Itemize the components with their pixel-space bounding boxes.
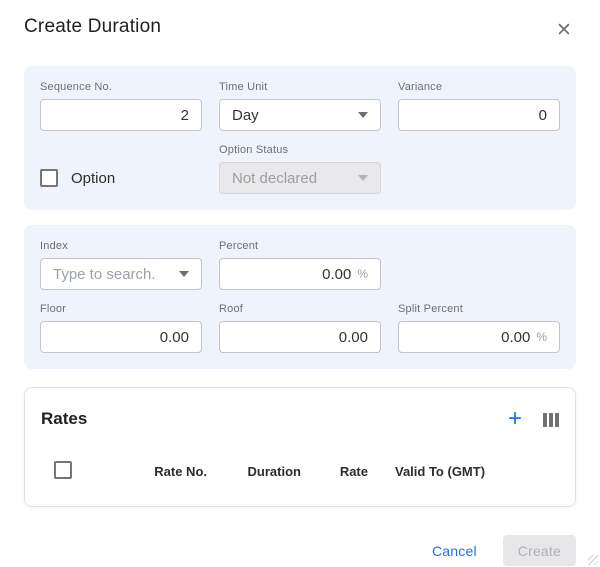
column-bar xyxy=(543,413,547,427)
percent-field: Percent % xyxy=(219,240,381,290)
split-percent-suffix: % xyxy=(536,330,547,344)
column-header-rate: Rate xyxy=(301,464,368,479)
floor-label: Floor xyxy=(40,303,202,315)
rates-title: Rates xyxy=(41,409,87,429)
rates-actions: + xyxy=(508,407,559,431)
column-header-rate-no: Rate No. xyxy=(89,464,207,479)
dialog-header: Create Duration ✕ xyxy=(0,0,600,42)
create-button[interactable]: Create xyxy=(503,535,576,566)
general-section: Sequence No. Time Unit Day Variance Opti… xyxy=(24,66,576,210)
option-label: Option xyxy=(71,170,115,187)
spacer xyxy=(398,240,560,290)
split-percent-input[interactable] xyxy=(411,329,530,346)
variance-field: Variance xyxy=(398,81,560,131)
index-combobox[interactable] xyxy=(40,258,202,290)
add-rate-icon[interactable]: + xyxy=(508,407,522,431)
percent-suffix: % xyxy=(357,267,368,281)
sequence-no-input[interactable] xyxy=(53,107,189,124)
column-header-valid-to: Valid To (GMT) xyxy=(395,464,485,479)
option-status-field: Option Status Not declared xyxy=(219,144,381,194)
rates-table-header: Rate No. Duration Rate Valid To (GMT) xyxy=(25,439,575,506)
split-percent-label: Split Percent xyxy=(398,303,560,315)
spacer xyxy=(398,144,560,194)
roof-field: Roof xyxy=(219,303,381,353)
index-field: Index xyxy=(40,240,202,290)
roof-inputbox xyxy=(219,321,381,353)
rates-header: Rates + xyxy=(25,388,575,439)
index-label: Index xyxy=(40,240,202,252)
percent-input[interactable] xyxy=(232,266,351,283)
index-search-input[interactable] xyxy=(53,266,171,283)
sequence-no-label: Sequence No. xyxy=(40,81,202,93)
roof-input[interactable] xyxy=(232,329,368,346)
index-section: Index Percent % Floor Roof Split Percent… xyxy=(24,225,576,369)
select-all-cell xyxy=(41,461,89,482)
floor-input[interactable] xyxy=(53,329,189,346)
column-header-duration: Duration xyxy=(207,464,301,479)
sequence-no-inputbox xyxy=(40,99,202,131)
select-all-checkbox[interactable] xyxy=(54,461,72,479)
chevron-down-icon xyxy=(358,112,368,118)
time-unit-select[interactable]: Day xyxy=(219,99,381,131)
close-icon[interactable]: ✕ xyxy=(552,18,576,42)
dialog-footer: Cancel Create xyxy=(24,535,576,566)
columns-icon[interactable] xyxy=(543,411,559,427)
option-status-value: Not declared xyxy=(232,170,317,187)
variance-label: Variance xyxy=(398,81,560,93)
dialog-title: Create Duration xyxy=(24,16,161,38)
time-unit-field: Time Unit Day xyxy=(219,81,381,131)
sequence-no-field: Sequence No. xyxy=(40,81,202,131)
option-field: Option xyxy=(40,169,202,187)
chevron-down-icon xyxy=(358,175,368,181)
split-percent-field: Split Percent % xyxy=(398,303,560,353)
percent-label: Percent xyxy=(219,240,381,252)
time-unit-value: Day xyxy=(232,107,259,124)
resize-handle[interactable] xyxy=(588,555,598,565)
option-status-label: Option Status xyxy=(219,144,381,156)
column-bar xyxy=(555,413,559,427)
roof-label: Roof xyxy=(219,303,381,315)
cancel-button[interactable]: Cancel xyxy=(432,543,477,559)
rates-card: Rates + Rate No. Duration Rate Valid To … xyxy=(24,387,576,507)
variance-input[interactable] xyxy=(411,107,547,124)
floor-inputbox xyxy=(40,321,202,353)
time-unit-label: Time Unit xyxy=(219,81,381,93)
chevron-down-icon xyxy=(179,271,189,277)
split-percent-inputbox: % xyxy=(398,321,560,353)
variance-inputbox xyxy=(398,99,560,131)
floor-field: Floor xyxy=(40,303,202,353)
percent-inputbox: % xyxy=(219,258,381,290)
column-bar xyxy=(549,413,553,427)
option-checkbox[interactable] xyxy=(40,169,58,187)
option-status-select: Not declared xyxy=(219,162,381,194)
